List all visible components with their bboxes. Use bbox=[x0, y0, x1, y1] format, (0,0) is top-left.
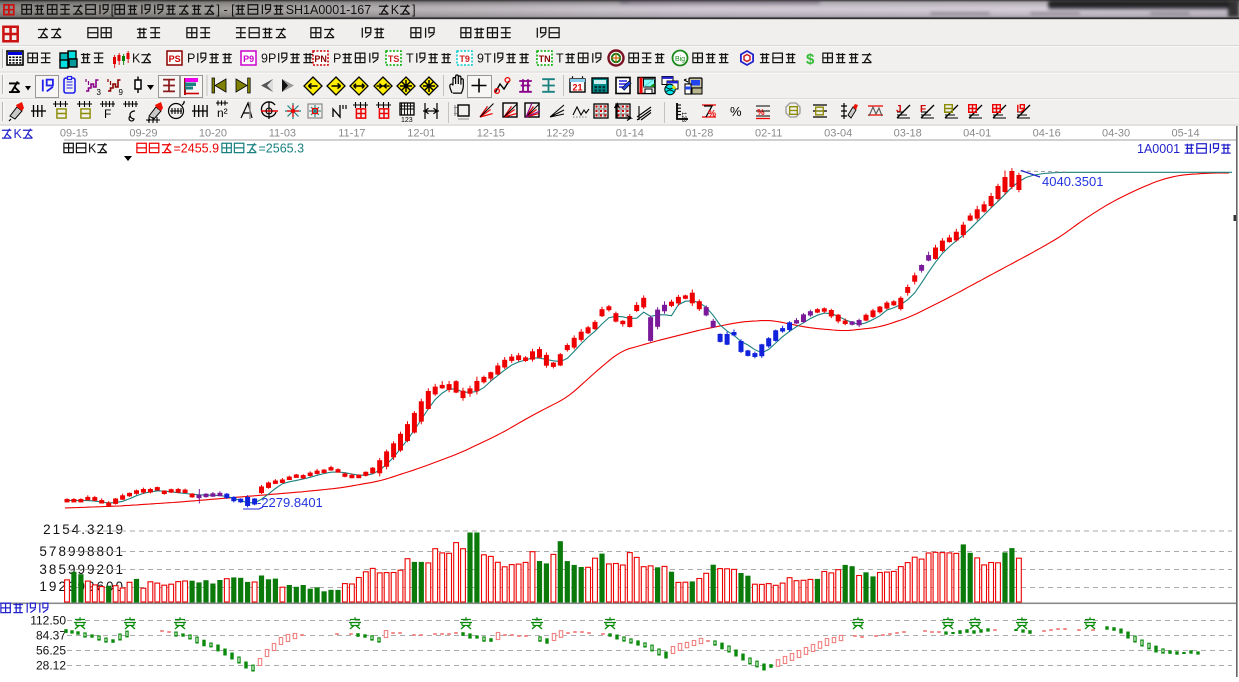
svg-text:T: T bbox=[556, 52, 564, 66]
svg-text:2154.3219: 2154.3219 bbox=[43, 522, 125, 537]
svg-text:F: F bbox=[920, 104, 926, 115]
svg-text:12-15: 12-15 bbox=[477, 128, 505, 140]
svg-text:P9: P9 bbox=[243, 54, 254, 64]
svg-text:-2279.8401: -2279.8401 bbox=[257, 495, 323, 510]
svg-text:05-14: 05-14 bbox=[1172, 128, 1200, 140]
svg-text:]: ] bbox=[412, 3, 415, 17]
svg-text:56.25: 56.25 bbox=[36, 644, 66, 658]
svg-text:%: % bbox=[730, 104, 742, 119]
svg-text:12-01: 12-01 bbox=[407, 128, 435, 140]
svg-text:PS: PS bbox=[169, 54, 181, 64]
svg-text:02-11: 02-11 bbox=[755, 128, 782, 140]
svg-text:9: 9 bbox=[119, 88, 124, 97]
svg-text:9T: 9T bbox=[477, 52, 492, 66]
svg-text:SH1A0001-167: SH1A0001-167 bbox=[286, 3, 372, 17]
svg-text:J: J bbox=[896, 104, 902, 115]
svg-text:%: % bbox=[708, 109, 716, 119]
svg-text:3: 3 bbox=[97, 88, 102, 97]
svg-text:01-14: 01-14 bbox=[616, 128, 644, 140]
svg-text:10-20: 10-20 bbox=[199, 128, 227, 140]
svg-text:9P: 9P bbox=[261, 52, 276, 66]
svg-text:K: K bbox=[132, 52, 141, 66]
svg-text:K: K bbox=[14, 127, 23, 141]
svg-text:21: 21 bbox=[572, 83, 582, 93]
svg-text:84.37: 84.37 bbox=[36, 629, 66, 643]
svg-text:K: K bbox=[88, 142, 97, 156]
svg-text:%: % bbox=[757, 107, 765, 117]
svg-text:n²: n² bbox=[217, 106, 228, 120]
svg-text:T9: T9 bbox=[459, 54, 470, 64]
svg-text:11-03: 11-03 bbox=[269, 128, 296, 140]
svg-text:K: K bbox=[391, 3, 400, 17]
svg-text:01-28: 01-28 bbox=[685, 128, 713, 140]
svg-text:[: [ bbox=[111, 3, 115, 17]
svg-text:03-18: 03-18 bbox=[894, 128, 922, 140]
svg-text:112.50: 112.50 bbox=[30, 614, 66, 628]
svg-text:123: 123 bbox=[680, 112, 686, 123]
svg-text:Big: Big bbox=[675, 56, 685, 63]
svg-text:=2565.3: =2565.3 bbox=[259, 142, 305, 156]
svg-text:PN: PN bbox=[314, 54, 327, 64]
svg-text:4040.3501: 4040.3501 bbox=[1042, 174, 1103, 189]
svg-text:09-29: 09-29 bbox=[129, 128, 157, 140]
svg-text:11-17: 11-17 bbox=[338, 128, 365, 140]
svg-text:28.12: 28.12 bbox=[36, 659, 66, 673]
svg-text:03-04: 03-04 bbox=[824, 128, 852, 140]
svg-text:P: P bbox=[187, 52, 195, 66]
svg-text:P: P bbox=[333, 52, 341, 66]
svg-text:04-30: 04-30 bbox=[1102, 128, 1130, 140]
svg-text:1A0001: 1A0001 bbox=[1137, 142, 1180, 156]
svg-text:T: T bbox=[406, 52, 414, 66]
svg-text:04-01: 04-01 bbox=[963, 128, 991, 140]
svg-text:04-16: 04-16 bbox=[1033, 128, 1061, 140]
svg-text:12-29: 12-29 bbox=[546, 128, 574, 140]
svg-text:] - [: ] - [ bbox=[217, 3, 236, 17]
svg-text:123: 123 bbox=[401, 117, 413, 124]
svg-text:09-15: 09-15 bbox=[60, 128, 88, 140]
svg-text:=2455.9: =2455.9 bbox=[174, 142, 220, 156]
svg-text:TN: TN bbox=[539, 54, 551, 64]
svg-text:$: $ bbox=[806, 51, 815, 68]
svg-text:TS: TS bbox=[388, 54, 400, 64]
svg-text:F: F bbox=[104, 107, 111, 121]
